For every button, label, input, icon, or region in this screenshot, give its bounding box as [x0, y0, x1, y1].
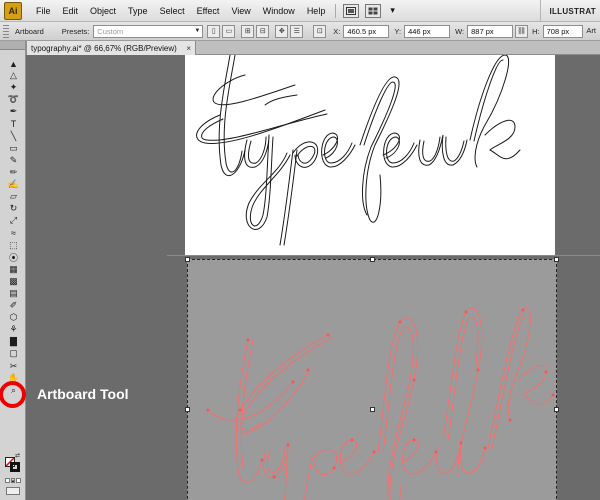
height-coordinate: H: 708 px [532, 24, 583, 38]
menu-object[interactable]: Object [84, 6, 122, 16]
x-input[interactable]: 460.5 px [343, 24, 390, 38]
width-tool-icon[interactable]: ≈ [6, 227, 21, 238]
symbol-sprayer-tool-icon[interactable]: ⚘ [6, 324, 21, 335]
artboard-1[interactable] [185, 55, 555, 255]
artboard-handle-top-right[interactable] [554, 257, 559, 262]
magic-wand-tool-icon[interactable]: ✦ [6, 82, 21, 93]
typography-outline-artwork [196, 55, 521, 246]
x-coordinate: X: 460.5 px [333, 24, 390, 38]
art-label: Art [586, 26, 596, 35]
bridge-icon[interactable] [343, 3, 360, 18]
eyedropper-tool-icon[interactable]: ✐ [6, 300, 21, 311]
rotate-tool-icon[interactable]: ↻ [6, 203, 21, 214]
delete-artboard-button[interactable]: ⊟ [256, 24, 270, 38]
presets-dropdown[interactable]: Custom ▼ [93, 24, 204, 38]
control-bar: Artboard Presets: Custom ▼ ▯ ▭ ⊞ ⊟ ✥ ☰ ⊡… [0, 22, 600, 41]
blend-tool-icon[interactable]: ⬡ [6, 312, 21, 323]
move-artwork-button[interactable]: ✥ [275, 24, 289, 38]
panel-grip-icon[interactable] [3, 24, 9, 38]
artboard-tool-icon[interactable]: ▢ [6, 348, 21, 359]
perspective-grid-tool-icon[interactable]: ▦ [6, 264, 21, 275]
artboard-handle-center[interactable] [370, 407, 375, 412]
landscape-orientation-button[interactable]: ▭ [222, 24, 236, 38]
free-transform-tool-icon[interactable]: ⬚ [6, 240, 21, 251]
y-input[interactable]: 446 px [404, 24, 451, 38]
artboard-options-button[interactable]: ☰ [290, 24, 304, 38]
document-tab[interactable]: typography.ai* @ 66,67% (RGB/Preview) × [26, 41, 196, 55]
line-tool-icon[interactable]: ╲ [6, 131, 21, 142]
gradient-tool-icon[interactable]: ▤ [6, 288, 21, 299]
direct-selection-tool-icon[interactable]: △ [6, 70, 21, 81]
h-input[interactable]: 708 px [542, 24, 583, 38]
drawing-mode-icon[interactable] [6, 487, 20, 495]
artboard-handle-top-center[interactable] [370, 257, 375, 262]
artboard-2-selected[interactable] [185, 257, 559, 500]
canvas-pasteboard[interactable] [26, 55, 600, 500]
lasso-tool-icon[interactable]: ➰ [6, 94, 21, 105]
paintbrush-tool-icon[interactable]: ✎ [6, 155, 21, 166]
menu-file[interactable]: File [30, 6, 57, 16]
constrain-proportions-icon[interactable]: ⛓ [515, 24, 529, 38]
typography-path-artwork [206, 307, 555, 500]
menu-bar: Ai File Edit Object Type Select Effect V… [0, 0, 600, 22]
artboard-handle-middle-left[interactable] [185, 407, 190, 412]
column-graph-tool-icon[interactable]: ▇ [6, 336, 21, 347]
h-label: H: [532, 26, 540, 36]
stroke-swatch[interactable] [10, 462, 20, 472]
document-title: typography.ai* @ 66,67% (RGB/Preview) [31, 43, 177, 53]
artboard-handle-middle-right[interactable] [554, 407, 559, 412]
artboard-guide-line [167, 255, 600, 256]
reference-point-icon[interactable]: ⊡ [313, 24, 327, 38]
menu-divider [335, 3, 337, 18]
menu-view[interactable]: View [225, 6, 256, 16]
highlight-circle [0, 381, 26, 408]
pencil-tool-icon[interactable]: ✏ [6, 167, 21, 178]
y-coordinate: Y: 446 px [394, 24, 451, 38]
eraser-tool-icon[interactable]: ▱ [6, 191, 21, 202]
menu-select[interactable]: Select [154, 6, 191, 16]
pen-tool-icon[interactable]: ✒ [6, 106, 21, 117]
x-label: X: [333, 26, 341, 36]
mesh-tool-icon[interactable]: ▩ [6, 276, 21, 287]
presets-label: Presets: [61, 26, 90, 36]
document-tab-strip: typography.ai* @ 66,67% (RGB/Preview) × [0, 41, 600, 55]
new-artboard-button[interactable]: ⊞ [241, 24, 255, 38]
blob-brush-tool-icon[interactable]: ✍ [6, 179, 21, 190]
y-label: Y: [394, 26, 402, 36]
scale-tool-icon[interactable]: ⤢ [6, 215, 21, 226]
presets-value: Custom [97, 26, 124, 36]
w-label: W: [455, 26, 465, 36]
menu-type[interactable]: Type [122, 6, 154, 16]
rectangle-tool-icon[interactable]: ▭ [6, 143, 21, 154]
tools-panel: ▲ △ ✦ ➰ ✒ T ╲ ▭ ✎ ✏ ✍ ▱ ↻ ⤢ ≈ ⬚ ⦿ ▦ ▩ ▤ ✐ ⬡ ⚘ ▇ ▢ ✂ ✋ ⌕ ⇄ [0, 41, 26, 500]
swap-colors-icon[interactable]: ⇄ [15, 452, 20, 459]
menu-effect[interactable]: Effect [191, 6, 226, 16]
slice-tool-icon[interactable]: ✂ [6, 361, 21, 372]
portrait-orientation-button[interactable]: ▯ [207, 24, 221, 38]
arrange-documents-icon[interactable] [365, 3, 382, 18]
menu-window[interactable]: Window [257, 6, 301, 16]
type-tool-icon[interactable]: T [6, 119, 21, 130]
annotation-label: Artboard Tool [37, 386, 129, 402]
workspace-brand: ILLUSTRAT [540, 0, 600, 22]
width-coordinate: W: 887 px [455, 24, 514, 38]
selection-tool-icon[interactable]: ▲ [6, 58, 21, 69]
control-tool-name: Artboard [15, 26, 44, 36]
app-logo: Ai [4, 1, 22, 20]
shape-builder-tool-icon[interactable]: ⦿ [6, 252, 21, 263]
tools-panel-header[interactable] [0, 41, 25, 50]
chevron-down-icon[interactable]: ▾ [384, 5, 401, 16]
chevron-down-icon: ▼ [194, 28, 201, 34]
artboard-handle-top-left[interactable] [185, 257, 190, 262]
close-icon[interactable]: × [186, 44, 191, 53]
color-mode-buttons[interactable] [5, 478, 22, 483]
menu-edit[interactable]: Edit [57, 6, 85, 16]
menu-help[interactable]: Help [301, 6, 332, 16]
w-input[interactable]: 887 px [467, 24, 514, 38]
